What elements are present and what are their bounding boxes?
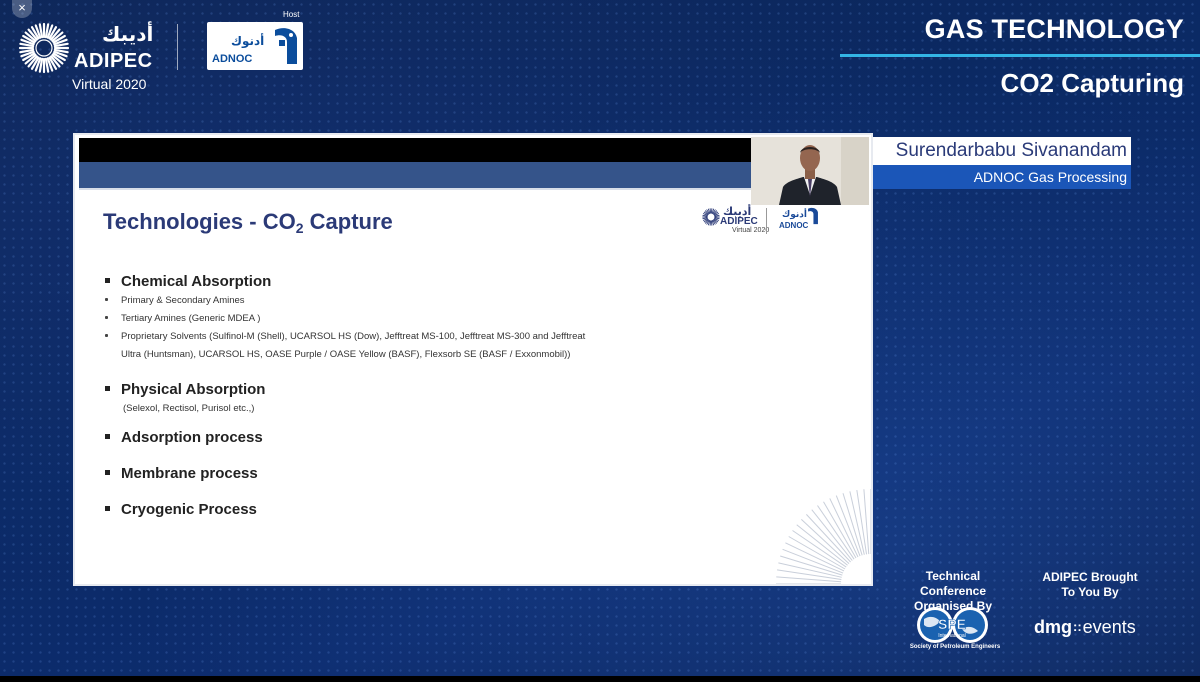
bullet-chemical-absorption: Chemical Absorption (105, 273, 271, 290)
sub-bullet: Primary & Secondary Amines (105, 295, 245, 306)
speaker-avatar (751, 137, 869, 205)
brought-caption: ADIPEC Brought To You By (1042, 570, 1138, 599)
adnoc-name: ADNOC (212, 53, 253, 65)
adipec-ring-icon (18, 22, 70, 74)
slide-top-bar (79, 138, 867, 162)
adipec-name: ADIPEC (74, 50, 153, 72)
bullet-membrane: Membrane process (105, 465, 258, 482)
mini-adipec-name: ADIPEC (720, 216, 758, 227)
speaker-video (751, 137, 869, 205)
adipec-arabic-text: أديبك (102, 22, 154, 46)
falcon-icon (275, 28, 297, 64)
speaker-organization: ADNOC Gas Processing (873, 165, 1131, 189)
mini-adnoc-name: ADNOC (779, 221, 809, 230)
dmg-events-logo: dmg::events (1034, 617, 1136, 637)
slide-header-band (79, 162, 867, 188)
mini-adipec-ring-icon (702, 208, 720, 226)
slide-header-rule (79, 188, 867, 190)
adnoc-arabic-text: أدنوك (231, 34, 265, 48)
sub-bullet: Tertiary Amines (Generic MDEA ) (105, 313, 260, 324)
slide-title: Technologies - CO2 Capture (103, 209, 393, 236)
bullet-adsorption: Adsorption process (105, 429, 263, 446)
title-divider (840, 54, 1200, 57)
globe-icon: SPE International (917, 607, 988, 643)
bottom-bar (0, 676, 1200, 682)
spe-sub-text: International (938, 633, 966, 639)
dmg-dots-icon: :: (1073, 619, 1082, 634)
adipec-logo: أديبك ADIPEC Virtual 2020 (18, 22, 178, 97)
session-title: GAS TECHNOLOGY (924, 14, 1184, 44)
speaker-name: Surendarbabu Sivanandam (873, 137, 1131, 165)
bullet-cryogenic: Cryogenic Process (105, 501, 257, 518)
spe-caption: Society of Petroleum Engineers (909, 644, 1001, 650)
slide-logos: أديبك ADIPEC Virtual 2020 أدنوك ADNOC (697, 205, 827, 239)
logo-divider (177, 24, 178, 70)
spe-text: SPE (938, 616, 966, 632)
close-icon[interactable]: × (12, 0, 32, 18)
mini-falcon-icon (808, 207, 818, 225)
mini-adnoc-arabic: أدنوك (782, 210, 807, 220)
sub-bullet: Proprietary Solvents (Sulfinol-M (Shell)… (105, 331, 585, 342)
adipec-subtitle: Virtual 2020 (72, 76, 147, 92)
session-subtitle: CO2 Capturing (1000, 68, 1184, 98)
mini-logo-divider (766, 208, 767, 234)
adnoc-logo: أدنوك ADNOC (207, 22, 303, 70)
bullet-physical-absorption: Physical Absorption (105, 381, 265, 398)
mini-virtual-label: Virtual 2020 (732, 227, 770, 234)
sub-bullet-continuation: Ultra (Huntsman), UCARSOL HS, OASE Purpl… (121, 349, 571, 360)
bullet-note: (Selexol, Rectisol, Purisol etc.,) (123, 403, 255, 414)
host-label: Host (283, 10, 300, 19)
slide-decoration (776, 489, 871, 584)
